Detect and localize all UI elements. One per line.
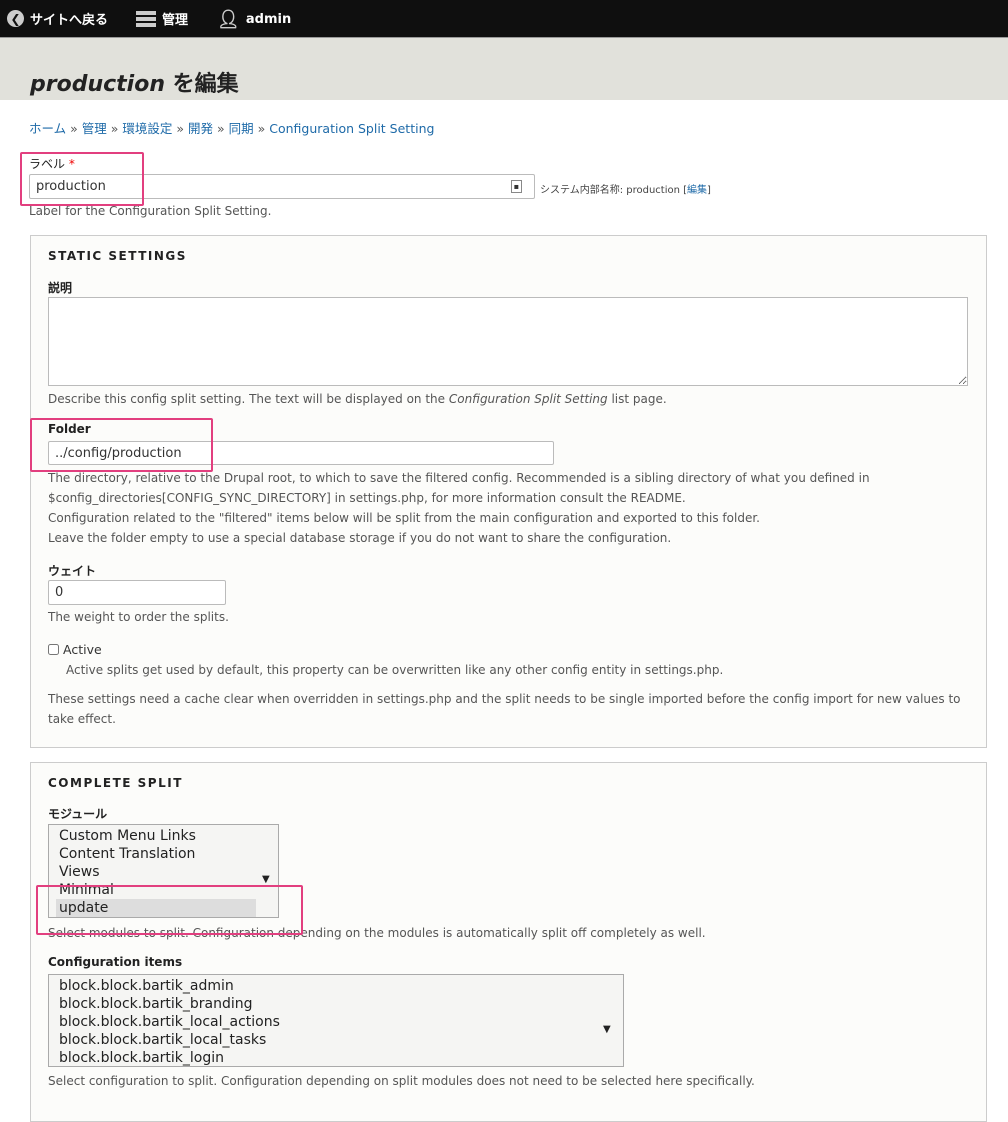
- config-items-multiselect[interactable]: block.block.bartik_admin block.block.bar…: [48, 974, 624, 1067]
- manage-menu-link[interactable]: 管理: [136, 9, 188, 28]
- breadcrumb-admin[interactable]: 管理: [82, 121, 107, 136]
- chevron-left-icon: ❮: [7, 10, 24, 27]
- config-option[interactable]: block.block.bartik_branding: [59, 995, 613, 1013]
- config-option[interactable]: block.block.bartik_local_tasks: [59, 1031, 613, 1049]
- autofill-icon: ▪: [511, 180, 522, 193]
- complete-split-legend: COMPLETE SPLIT: [48, 776, 183, 790]
- dropdown-arrow-icon: ▼: [262, 874, 270, 885]
- module-option[interactable]: Custom Menu Links: [59, 827, 268, 845]
- dropdown-arrow-icon: ▼: [603, 1024, 611, 1035]
- highlight-box: [20, 152, 144, 206]
- user-menu-link[interactable]: 👤︎ admin: [217, 9, 291, 30]
- module-option[interactable]: Views: [59, 863, 268, 881]
- machine-name-edit-link[interactable]: 編集: [687, 185, 707, 196]
- active-help: Active splits get used by default, this …: [66, 663, 724, 677]
- breadcrumb-sync[interactable]: 同期: [229, 121, 254, 136]
- config-items-label: Configuration items: [48, 955, 183, 969]
- weight-help: The weight to order the splits.: [48, 610, 229, 624]
- description-textarea[interactable]: [48, 297, 968, 386]
- breadcrumb-config[interactable]: 環境設定: [122, 121, 172, 136]
- weight-input[interactable]: 0: [48, 580, 226, 605]
- breadcrumb-development[interactable]: 開発: [188, 121, 213, 136]
- config-option[interactable]: block.block.bartik_admin: [59, 977, 613, 995]
- highlight-box: [36, 885, 303, 935]
- config-items-help: Select configuration to split. Configura…: [48, 1074, 755, 1088]
- highlight-box: [30, 418, 213, 472]
- menu-icon: [136, 10, 156, 27]
- folder-help: The directory, relative to the Drupal ro…: [48, 471, 870, 545]
- user-icon: 👤︎: [217, 9, 240, 30]
- static-settings-legend: STATIC SETTINGS: [48, 249, 187, 263]
- modules-label: モジュール: [48, 807, 108, 821]
- cache-note: These settings need a cache clear when o…: [48, 692, 961, 726]
- breadcrumb-config-split[interactable]: Configuration Split Setting: [269, 121, 434, 136]
- config-option[interactable]: block.block.bartik_local_actions: [59, 1013, 613, 1031]
- active-checkbox[interactable]: [48, 644, 59, 655]
- module-option[interactable]: Content Translation: [59, 845, 268, 863]
- back-to-site-link[interactable]: ❮ サイトへ戻る: [7, 9, 108, 28]
- page-title: production を編集: [30, 72, 239, 97]
- active-checkbox-row[interactable]: Active: [48, 642, 102, 657]
- weight-label: ウェイト: [48, 564, 97, 578]
- description-help: Describe this config split setting. The …: [48, 392, 667, 406]
- description-label: 説明: [48, 281, 73, 295]
- config-option[interactable]: block.block.bartik_login: [59, 1049, 613, 1066]
- breadcrumb-home[interactable]: ホーム: [29, 121, 66, 136]
- breadcrumb: ホーム » 管理 » 環境設定 » 開発 » 同期 » Configuratio…: [29, 121, 435, 136]
- admin-toolbar: ❮ サイトへ戻る 管理 👤︎ admin: [0, 0, 1008, 37]
- machine-name: システム内部名称: production [編集]: [540, 185, 711, 196]
